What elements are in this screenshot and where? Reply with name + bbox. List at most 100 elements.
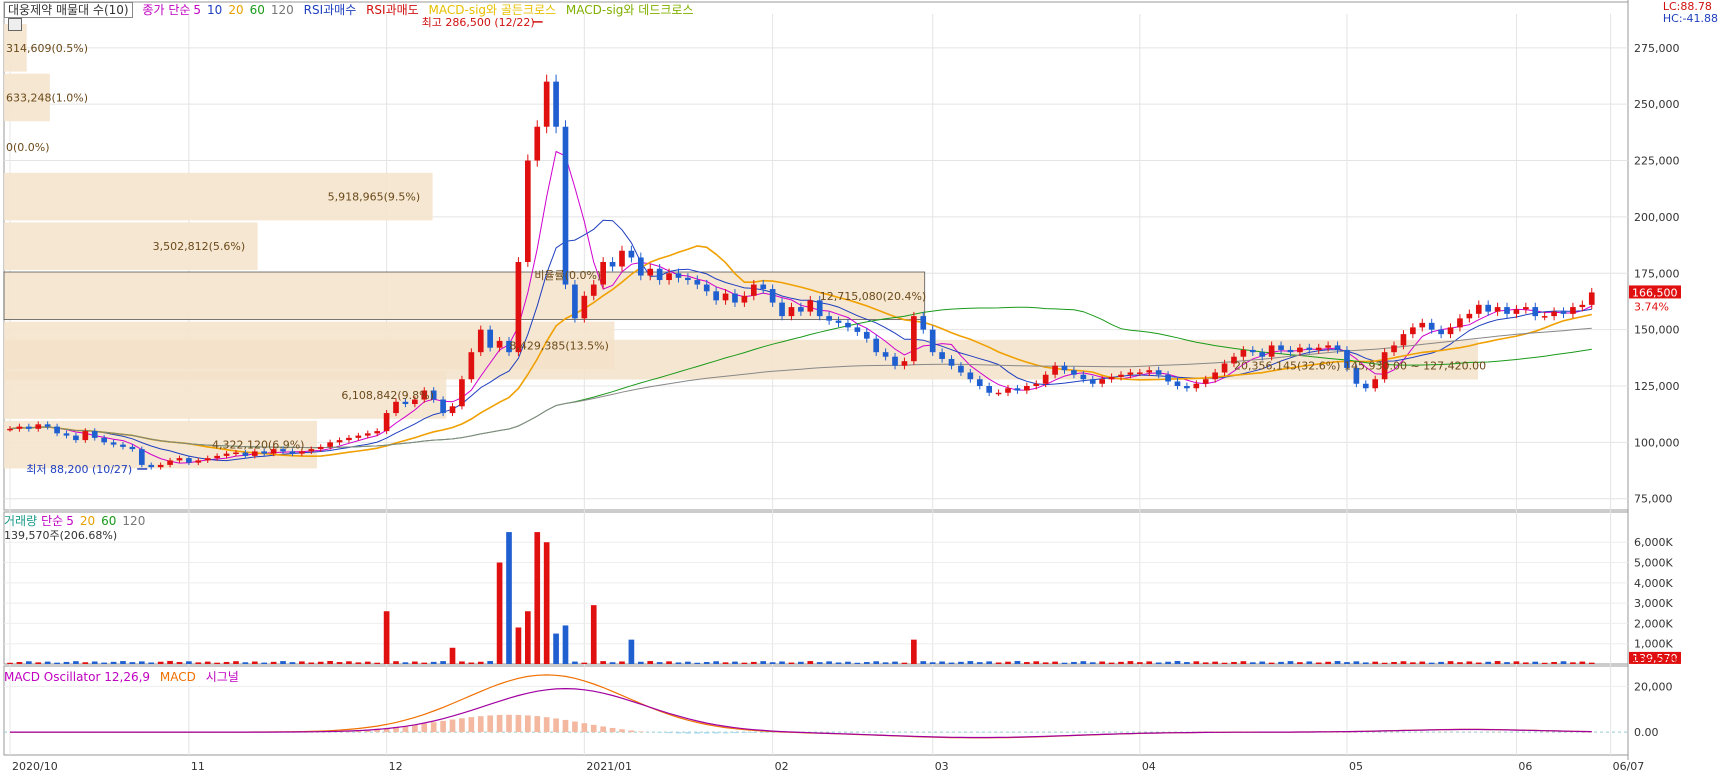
- volume-bar: [1127, 661, 1134, 664]
- candle: [1523, 307, 1529, 310]
- legend-item[interactable]: 20: [80, 514, 95, 528]
- volume-bar: [1362, 662, 1369, 664]
- volume-bar: [826, 661, 832, 664]
- candle: [195, 460, 202, 463]
- candle: [1118, 374, 1124, 377]
- volume-bar: [1551, 662, 1557, 664]
- legend-item[interactable]: MACD-sig와 골든크로스: [429, 3, 557, 17]
- volume-bar: [1193, 661, 1200, 664]
- candle: [1174, 381, 1181, 386]
- candle: [1014, 388, 1021, 391]
- candle: [487, 329, 494, 348]
- volume-bar: [1155, 662, 1162, 664]
- legend-item[interactable]: 대웅제약 매물대 수(10): [4, 2, 133, 18]
- candle: [1541, 316, 1548, 318]
- volume-bar: [807, 661, 814, 664]
- candle: [138, 449, 145, 465]
- volume-bar: [214, 662, 220, 664]
- legend-item[interactable]: RSI과매도: [366, 3, 419, 17]
- volume-bar: [1231, 661, 1237, 664]
- legend-item[interactable]: 10: [207, 3, 222, 17]
- candle: [440, 399, 446, 414]
- volume-bar: [299, 661, 305, 664]
- macd-osc-bar: [506, 714, 512, 733]
- y-tick-label: 175,000: [1634, 267, 1680, 280]
- volume-bar: [845, 661, 851, 664]
- profile-label: 8,429,385(13.5%): [509, 339, 609, 352]
- legend-item[interactable]: 120: [122, 514, 145, 528]
- volume-bar: [120, 661, 126, 664]
- candle: [35, 424, 42, 429]
- volume-bar: [1108, 662, 1115, 664]
- legend-item[interactable]: 5: [66, 514, 74, 528]
- candle: [459, 379, 465, 407]
- volume-last-pct: 206.68%: [1632, 654, 1681, 667]
- macd-legend: MACD Oscillator 12,26,9 MACD 시그널: [4, 668, 245, 685]
- last-price-pct: 3.74%: [1634, 300, 1669, 313]
- profile-bar: [3, 271, 926, 321]
- legend-item[interactable]: MACD-sig와 데드크로스: [566, 3, 694, 17]
- volume-bar: [873, 661, 880, 664]
- volume-bar: [35, 662, 42, 664]
- legend-item[interactable]: 5: [193, 3, 201, 17]
- y-tick-label: 3,000K: [1634, 597, 1673, 610]
- candle: [911, 316, 917, 362]
- candle: [1005, 388, 1011, 393]
- candle: [845, 322, 851, 328]
- volume-bar: [1400, 661, 1407, 664]
- volume-bar: [1165, 661, 1171, 664]
- candle: [995, 392, 1002, 395]
- legend-item[interactable]: 단순: [41, 514, 63, 528]
- profile-label: 4,322,120(6.9%): [212, 439, 305, 452]
- candle: [1108, 376, 1115, 380]
- candle: [863, 331, 870, 339]
- volume-bar: [1014, 660, 1021, 664]
- candle: [1061, 365, 1068, 371]
- volume-bar: [496, 562, 503, 664]
- candle: [223, 453, 230, 456]
- legend-item[interactable]: 120: [271, 3, 294, 17]
- table-icon[interactable]: [8, 18, 22, 31]
- candle: [1428, 322, 1435, 330]
- macd-osc-bar: [590, 724, 597, 733]
- volume-bar: [694, 662, 701, 664]
- candle: [948, 358, 955, 366]
- macd-osc-bar: [421, 723, 428, 733]
- legend-item[interactable]: 20: [228, 3, 243, 17]
- volume-bar: [1588, 662, 1595, 664]
- legend-item[interactable]: 시그널: [206, 670, 239, 684]
- volume-bar: [515, 627, 522, 664]
- volume-bar: [25, 661, 32, 664]
- volume-bar: [270, 661, 277, 664]
- legend-item[interactable]: MACD: [160, 670, 196, 684]
- volume-bar: [468, 662, 475, 664]
- legend-item[interactable]: 60: [250, 3, 265, 17]
- x-tick-label: 04: [1142, 760, 1156, 773]
- corner-readout: LC:88.78 HC:-41.88: [1663, 1, 1718, 25]
- candle: [402, 401, 409, 405]
- legend-item[interactable]: MACD Oscillator 12,26,9: [4, 670, 150, 684]
- legend-item[interactable]: 종가 단순: [142, 3, 190, 17]
- candle: [496, 340, 503, 348]
- volume-bar: [590, 605, 597, 664]
- candle: [637, 257, 644, 276]
- macd-osc-bar: [515, 714, 522, 733]
- volume-bar: [54, 662, 60, 664]
- volume-bar: [91, 661, 98, 664]
- volume-bar: [553, 633, 559, 664]
- volume-bar: [1419, 661, 1426, 664]
- candle: [148, 464, 155, 468]
- volume-bar: [892, 661, 898, 664]
- legend-item[interactable]: RSI과매수: [304, 3, 357, 17]
- volume-bar: [609, 662, 616, 664]
- candle: [233, 452, 239, 455]
- volume-bar: [383, 611, 390, 664]
- candle: [1410, 327, 1416, 335]
- legend-item[interactable]: 60: [101, 514, 116, 528]
- candle: [261, 451, 268, 454]
- chart-canvas[interactable]: 2020/10 11 12 2021/01 02 03 04 05 06 06/07 75,000 1…: [0, 0, 1720, 777]
- volume-bar: [176, 662, 183, 664]
- legend-item[interactable]: 거래량: [4, 514, 37, 528]
- macd-osc-bar: [619, 729, 625, 733]
- macd-osc-bar: [722, 732, 729, 734]
